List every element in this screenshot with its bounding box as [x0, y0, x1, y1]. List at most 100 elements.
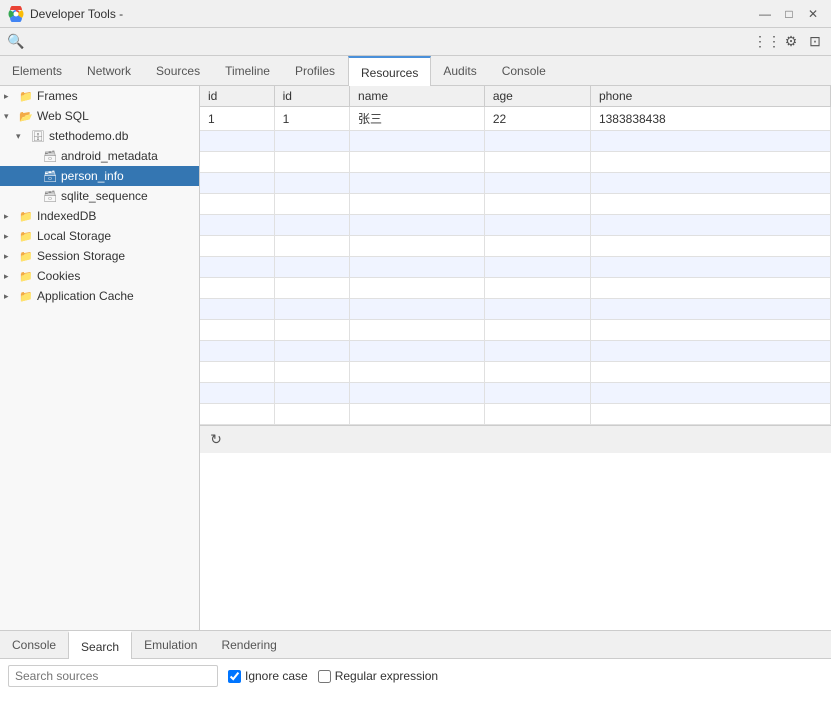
search-area: Ignore case Regular expression: [0, 659, 831, 693]
cell-id2: 1: [274, 107, 349, 131]
bottom-tab-rendering[interactable]: Rendering: [209, 631, 288, 659]
session-storage-arrow: [4, 251, 18, 262]
tab-audits[interactable]: Audits: [431, 56, 489, 86]
bottom-tab-search[interactable]: Search: [68, 631, 132, 659]
overflow-button[interactable]: ⋮⋮: [755, 30, 779, 54]
sidebar: 📁 Frames 📂 Web SQL 🗄 stethodemo.db 🗃 and…: [0, 86, 200, 630]
regex-label: Regular expression: [318, 669, 438, 683]
col-header-id1: id: [200, 86, 274, 107]
refresh-button[interactable]: ↻: [206, 430, 226, 450]
sidebar-item-person-info[interactable]: 🗃 person_info: [0, 166, 199, 186]
cookies-folder-icon: 📁: [18, 268, 34, 284]
table-row: [200, 215, 831, 236]
nav-tabs: Elements Network Sources Timeline Profil…: [0, 56, 831, 86]
regex-text: Regular expression: [335, 669, 438, 683]
indexeddb-label: IndexedDB: [37, 209, 96, 223]
app-cache-arrow: [4, 291, 18, 302]
maximize-button[interactable]: □: [779, 4, 799, 24]
sidebar-item-session-storage[interactable]: 📁 Session Storage: [0, 246, 199, 266]
sidebar-item-frames[interactable]: 📁 Frames: [0, 86, 199, 106]
col-header-name: name: [350, 86, 485, 107]
sidebar-item-sqlite-sequence[interactable]: 🗃 sqlite_sequence: [0, 186, 199, 206]
toolbar: 🔍 ⋮⋮ ⚙ ⊡: [0, 28, 831, 56]
indexeddb-arrow: [4, 211, 18, 222]
settings-button[interactable]: ⚙: [779, 30, 803, 54]
table-header-row: id id name age phone: [200, 86, 831, 107]
sidebar-item-stethodemo[interactable]: 🗄 stethodemo.db: [0, 126, 199, 146]
frames-arrow: [4, 91, 18, 102]
bottom-tabs: Console Search Emulation Rendering: [0, 631, 831, 659]
table-row: [200, 131, 831, 152]
sidebar-item-android-metadata[interactable]: 🗃 android_metadata: [0, 146, 199, 166]
window-controls: — □ ✕: [755, 4, 823, 24]
title-bar: Developer Tools - — □ ✕: [0, 0, 831, 28]
close-button[interactable]: ✕: [803, 4, 823, 24]
search-input[interactable]: [8, 665, 218, 687]
cell-phone: 1383838438: [590, 107, 830, 131]
stethodemo-label: stethodemo.db: [49, 129, 128, 143]
local-storage-arrow: [4, 231, 18, 242]
table-row: [200, 257, 831, 278]
session-storage-label: Session Storage: [37, 249, 125, 263]
frames-folder-icon: 📁: [18, 88, 34, 104]
app-cache-folder-icon: 📁: [18, 288, 34, 304]
bottom-tab-emulation[interactable]: Emulation: [132, 631, 209, 659]
session-storage-folder-icon: 📁: [18, 248, 34, 264]
table-row: [200, 383, 831, 404]
tab-resources[interactable]: Resources: [348, 56, 431, 86]
table-row: [200, 299, 831, 320]
sidebar-item-cookies[interactable]: 📁 Cookies: [0, 266, 199, 286]
data-table: id id name age phone 1 1 张三 22 138383843…: [200, 86, 831, 425]
indexeddb-folder-icon: 📁: [18, 208, 34, 224]
table-row: [200, 320, 831, 341]
col-header-age: age: [484, 86, 590, 107]
sidebar-item-application-cache[interactable]: 📁 Application Cache: [0, 286, 199, 306]
person-info-label: person_info: [61, 169, 124, 183]
col-header-phone: phone: [590, 86, 830, 107]
tab-elements[interactable]: Elements: [0, 56, 75, 86]
tab-network[interactable]: Network: [75, 56, 144, 86]
tab-profiles[interactable]: Profiles: [283, 56, 348, 86]
tab-timeline[interactable]: Timeline: [213, 56, 283, 86]
col-header-id2: id: [274, 86, 349, 107]
table-row: [200, 173, 831, 194]
sidebar-item-websql[interactable]: 📂 Web SQL: [0, 106, 199, 126]
ignore-case-label: Ignore case: [228, 669, 308, 683]
stethodemo-db-icon: 🗄: [30, 128, 46, 144]
tab-console[interactable]: Console: [490, 56, 559, 86]
tab-sources[interactable]: Sources: [144, 56, 213, 86]
bottom-tab-console[interactable]: Console: [0, 631, 68, 659]
table-row: [200, 404, 831, 425]
regex-checkbox[interactable]: [318, 670, 331, 683]
stethodemo-arrow: [16, 131, 30, 142]
cell-age: 22: [484, 107, 590, 131]
cell-id1: 1: [200, 107, 274, 131]
sqlite-sequence-table-icon: 🗃: [42, 188, 58, 204]
search-toolbar-button[interactable]: 🔍: [4, 30, 28, 54]
bottom-panel: Console Search Emulation Rendering Ignor…: [0, 630, 831, 706]
table-row: [200, 194, 831, 215]
table-row: [200, 152, 831, 173]
sqlite-sequence-label: sqlite_sequence: [61, 189, 148, 203]
ignore-case-checkbox[interactable]: [228, 670, 241, 683]
websql-folder-icon: 📂: [18, 108, 34, 124]
undock-button[interactable]: ⊡: [803, 30, 827, 54]
frames-label: Frames: [37, 89, 78, 103]
refresh-bar: ↻: [200, 425, 831, 453]
main-area: 📁 Frames 📂 Web SQL 🗄 stethodemo.db 🗃 and…: [0, 86, 831, 630]
ignore-case-text: Ignore case: [245, 669, 308, 683]
table-row: [200, 362, 831, 383]
cookies-arrow: [4, 271, 18, 282]
table-row: [200, 341, 831, 362]
local-storage-folder-icon: 📁: [18, 228, 34, 244]
title-text: Developer Tools -: [30, 7, 749, 21]
table-row: 1 1 张三 22 1383838438: [200, 107, 831, 131]
cookies-label: Cookies: [37, 269, 80, 283]
app-cache-label: Application Cache: [37, 289, 134, 303]
data-panel: id id name age phone 1 1 张三 22 138383843…: [200, 86, 831, 630]
minimize-button[interactable]: —: [755, 4, 775, 24]
android-metadata-label: android_metadata: [61, 149, 158, 163]
sidebar-item-indexeddb[interactable]: 📁 IndexedDB: [0, 206, 199, 226]
android-metadata-table-icon: 🗃: [42, 148, 58, 164]
sidebar-item-local-storage[interactable]: 📁 Local Storage: [0, 226, 199, 246]
